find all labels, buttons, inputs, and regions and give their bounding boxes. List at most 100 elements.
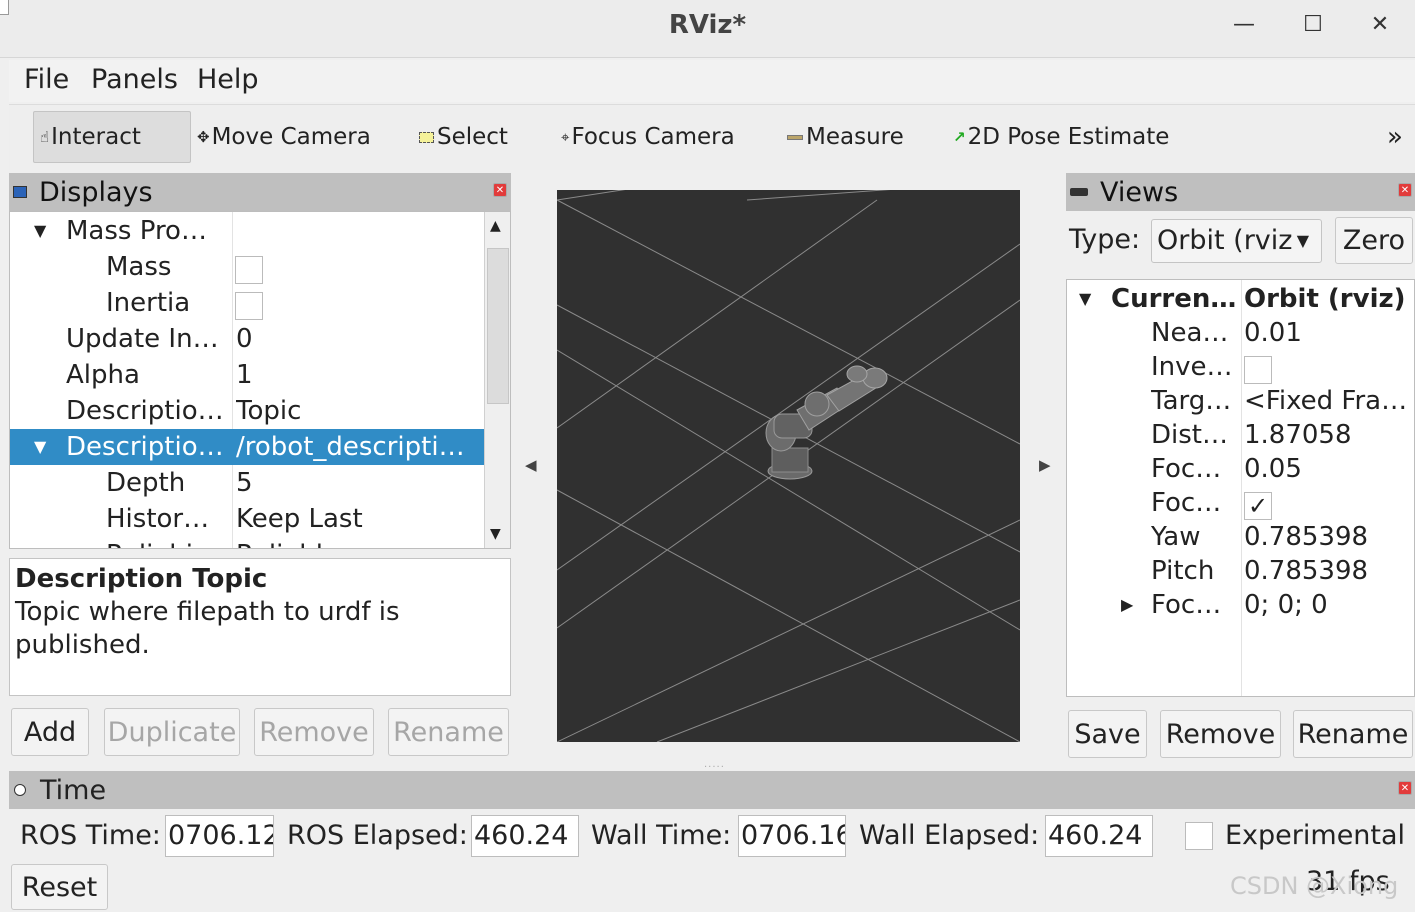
- displays-close-icon[interactable]: ✕: [493, 183, 507, 197]
- ros-time-field[interactable]: 0706.12: [165, 815, 274, 857]
- scroll-thumb[interactable]: [487, 248, 509, 404]
- display-row-value[interactable]: Keep Last: [236, 501, 484, 537]
- view-row-value[interactable]: <Fixed Fra…: [1244, 383, 1414, 419]
- display-row[interactable]: Histor… Keep Last: [10, 501, 484, 537]
- scroll-up-icon[interactable]: ▲: [490, 218, 501, 234]
- view-row[interactable]: Dist… 1.87058: [1067, 417, 1414, 453]
- displays-tree[interactable]: ▼ Mass Pro… Mass Inertia Update In… 0 Al…: [9, 211, 511, 549]
- save-view-button[interactable]: Save: [1068, 710, 1147, 758]
- display-row-name: Depth: [106, 468, 186, 498]
- zero-button[interactable]: Zero: [1335, 217, 1413, 264]
- display-row-value[interactable]: /robot_descripti…: [236, 429, 484, 465]
- time-close-icon[interactable]: ✕: [1398, 781, 1412, 795]
- description-title: Description Topic: [15, 564, 268, 594]
- collapse-triangle-icon[interactable]: ▼: [34, 213, 46, 249]
- display-row-name: Mass Pro…: [66, 216, 207, 246]
- ros-elapsed-field[interactable]: 460.24: [471, 815, 579, 857]
- view-row[interactable]: Inve…: [1067, 349, 1414, 385]
- display-row[interactable]: Mass: [10, 249, 484, 285]
- collapse-right-icon[interactable]: ▶: [1039, 456, 1051, 474]
- menu-bar: File Panels Help: [9, 60, 1415, 102]
- inertia-checkbox[interactable]: [235, 291, 263, 320]
- menu-file[interactable]: File: [24, 64, 69, 95]
- display-row-name: Update In…: [66, 324, 219, 354]
- view-row-value[interactable]: 0.05: [1244, 451, 1414, 487]
- view-row[interactable]: Foc… 0.05: [1067, 451, 1414, 487]
- view-row[interactable]: Yaw 0.785398: [1067, 519, 1414, 555]
- add-button[interactable]: Add: [11, 708, 89, 756]
- display-row-selected[interactable]: ▼ Descriptio… /robot_descripti…: [10, 429, 484, 465]
- display-row[interactable]: Depth 5: [10, 465, 484, 501]
- wall-elapsed-field[interactable]: 460.24: [1045, 815, 1153, 857]
- description-box: Description Topic Topic where filepath t…: [9, 558, 511, 696]
- display-row-value[interactable]: 0: [236, 321, 484, 357]
- maximize-button[interactable]: ☐: [1295, 12, 1331, 42]
- invert-z-checkbox[interactable]: [1244, 355, 1272, 384]
- view-type-select[interactable]: Orbit (rviz ▼: [1151, 219, 1322, 263]
- menu-help[interactable]: Help: [197, 64, 259, 95]
- display-row[interactable]: Descriptio… Topic: [10, 393, 484, 429]
- view-row-name: Foc…: [1151, 454, 1222, 484]
- minimize-button[interactable]: —: [1226, 12, 1262, 42]
- display-row[interactable]: ▼ Mass Pro…: [10, 213, 484, 249]
- move-camera-icon: ✥: [197, 128, 210, 146]
- view-row-value[interactable]: 0.785398: [1244, 519, 1414, 555]
- views-tree[interactable]: ▼ Curren… Orbit (rviz) Nea… 0.01 Inve… T…: [1066, 279, 1415, 697]
- collapse-left-icon[interactable]: ◀: [525, 456, 537, 474]
- view-row[interactable]: ▼ Curren… Orbit (rviz): [1067, 281, 1414, 317]
- view-row-value[interactable]: 1.87058: [1244, 417, 1414, 453]
- rename-view-button[interactable]: Rename: [1293, 710, 1413, 758]
- displays-scrollbar[interactable]: ▲ ▼: [484, 212, 510, 548]
- view-row-value[interactable]: 0.01: [1244, 315, 1414, 351]
- expand-triangle-icon[interactable]: ▶: [1121, 587, 1133, 623]
- display-row[interactable]: Update In… 0: [10, 321, 484, 357]
- view-row-value[interactable]: 0.785398: [1244, 553, 1414, 589]
- collapse-triangle-icon[interactable]: ▼: [34, 429, 46, 465]
- hand-icon: ☝: [40, 128, 50, 146]
- view-row[interactable]: Pitch 0.785398: [1067, 553, 1414, 589]
- tool-focus-camera[interactable]: ⌖ Focus Camera: [555, 111, 735, 163]
- wall-time-field[interactable]: 0706.16: [738, 815, 846, 857]
- menu-panels[interactable]: Panels: [91, 64, 178, 95]
- views-close-icon[interactable]: ✕: [1398, 183, 1412, 197]
- scroll-down-icon[interactable]: ▼: [490, 526, 501, 542]
- display-row[interactable]: Inertia: [10, 285, 484, 321]
- tool-2d-pose-estimate[interactable]: ↗ 2D Pose Estimate: [947, 111, 1169, 163]
- view-row-name: Foc…: [1151, 590, 1222, 620]
- display-row-name: Mass: [106, 252, 172, 282]
- display-row-value[interactable]: Topic: [236, 393, 484, 429]
- tool-move-camera[interactable]: ✥ Move Camera: [191, 111, 371, 163]
- tool-measure[interactable]: Measure: [781, 111, 904, 163]
- reset-button[interactable]: Reset: [11, 864, 108, 910]
- camera-icon: [1070, 188, 1088, 196]
- view-row[interactable]: ▶ Foc… 0; 0; 0: [1067, 587, 1414, 623]
- experimental-checkbox[interactable]: [1185, 822, 1213, 850]
- display-row[interactable]: Alpha 1: [10, 357, 484, 393]
- ros-elapsed-label: ROS Elapsed:: [287, 820, 468, 851]
- collapse-triangle-icon[interactable]: ▼: [1079, 281, 1091, 317]
- toolbar-overflow-button[interactable]: »: [1381, 111, 1403, 163]
- focal-shape-checkbox[interactable]: ✓: [1244, 491, 1272, 520]
- time-title: Time: [40, 774, 107, 806]
- render-viewport[interactable]: [557, 190, 1020, 742]
- remove-view-button[interactable]: Remove: [1160, 710, 1281, 758]
- view-row-name: Yaw: [1151, 522, 1201, 552]
- display-row[interactable]: Reliabi… Reliable: [10, 537, 484, 548]
- tool-interact[interactable]: ☝ Interact: [33, 111, 191, 163]
- view-row-value: Orbit (rviz): [1244, 284, 1406, 314]
- view-row-value[interactable]: 0; 0; 0: [1244, 587, 1414, 623]
- display-row-value[interactable]: 1: [236, 357, 484, 393]
- remove-display-button[interactable]: Remove: [254, 708, 374, 756]
- tool-select[interactable]: Select: [413, 111, 508, 163]
- view-row[interactable]: Targ… <Fixed Fra…: [1067, 383, 1414, 419]
- rename-display-button[interactable]: Rename: [388, 708, 509, 756]
- mass-checkbox[interactable]: [235, 255, 263, 284]
- view-row-name: Foc…: [1151, 488, 1222, 518]
- display-row-value[interactable]: 5: [236, 465, 484, 501]
- display-row-name: Inertia: [106, 288, 191, 318]
- display-row-value[interactable]: Reliable: [236, 537, 484, 548]
- view-row[interactable]: Nea… 0.01: [1067, 315, 1414, 351]
- duplicate-button[interactable]: Duplicate: [104, 708, 240, 756]
- view-row[interactable]: Foc… ✓: [1067, 485, 1414, 521]
- close-button[interactable]: ✕: [1362, 12, 1398, 42]
